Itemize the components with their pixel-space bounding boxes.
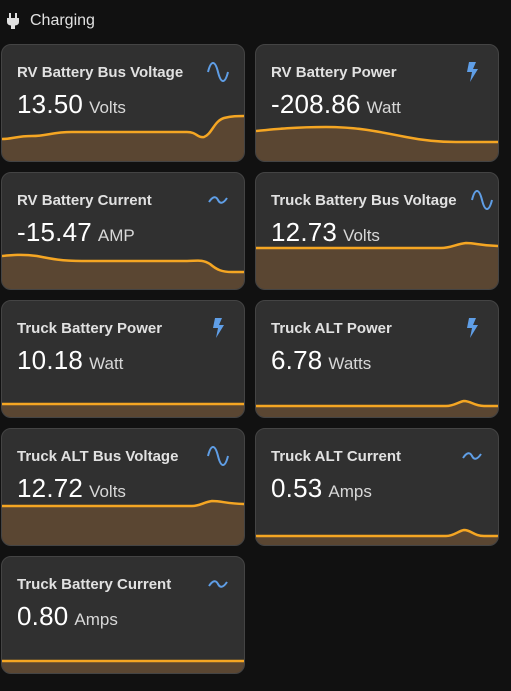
current-dc-icon	[462, 452, 482, 460]
sine-wave-icon	[207, 446, 229, 466]
lightning-bolt-icon	[467, 318, 478, 338]
sensor-card-rv-battery-bus-voltage[interactable]: RV Battery Bus Voltage 13.50 Volts	[1, 44, 245, 162]
card-title: RV Battery Power	[271, 64, 397, 81]
sine-wave-icon	[207, 62, 229, 82]
history-graph	[256, 241, 498, 289]
history-graph	[2, 402, 244, 417]
history-graph	[2, 659, 244, 673]
card-title: Truck ALT Bus Voltage	[17, 448, 179, 465]
sensor-card-truck-alt-current[interactable]: Truck ALT Current 0.53 Amps	[255, 428, 499, 546]
history-graph	[256, 528, 498, 545]
card-title: Truck Battery Current	[17, 576, 172, 593]
sensor-card-truck-battery-current[interactable]: Truck Battery Current 0.80 Amps	[1, 556, 245, 674]
lightning-bolt-icon	[467, 62, 478, 82]
card-title: Truck Battery Power	[17, 320, 163, 337]
card-title: Truck Battery Bus Voltage	[271, 192, 457, 209]
card-title: RV Battery Current	[17, 192, 152, 209]
sensor-card-rv-battery-current[interactable]: RV Battery Current -15.47 AMP	[1, 172, 245, 290]
current-dc-icon	[208, 580, 228, 588]
history-graph	[2, 499, 244, 545]
card-title: Truck ALT Power	[271, 320, 392, 337]
card-title: RV Battery Bus Voltage	[17, 64, 184, 81]
section-header: Charging	[0, 0, 511, 42]
sensor-card-truck-battery-power[interactable]: Truck Battery Power 10.18 Watt	[1, 300, 245, 418]
history-graph	[256, 399, 498, 417]
history-graph	[2, 253, 244, 289]
sensor-card-truck-battery-bus-voltage[interactable]: Truck Battery Bus Voltage 12.73 Volts	[255, 172, 499, 290]
card-title: Truck ALT Current	[271, 448, 402, 465]
history-graph	[2, 114, 244, 161]
sine-wave-icon	[471, 190, 493, 210]
section-title: Charging	[30, 12, 95, 29]
sensor-card-truck-alt-bus-voltage[interactable]: Truck ALT Bus Voltage 12.72 Volts	[1, 428, 245, 546]
sensor-card-truck-alt-power[interactable]: Truck ALT Power 6.78 Watts	[255, 300, 499, 418]
lightning-bolt-icon	[213, 318, 224, 338]
power-plug-icon	[7, 13, 19, 29]
sensor-card-rv-battery-power[interactable]: RV Battery Power -208.86 Watt	[255, 44, 499, 162]
history-graph	[256, 125, 498, 161]
current-dc-icon	[208, 196, 228, 204]
